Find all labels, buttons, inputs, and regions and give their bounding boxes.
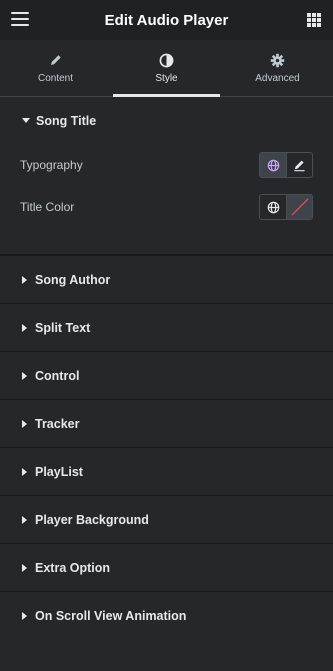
hamburger-menu-icon[interactable] [11, 12, 29, 26]
section-playlist[interactable]: PlayList [0, 447, 333, 495]
tab-style[interactable]: Style [111, 40, 222, 97]
section-title: Song Author [35, 272, 111, 287]
caret-right-icon [22, 275, 27, 284]
typography-button-group [259, 152, 313, 178]
section-song-author[interactable]: Song Author [0, 255, 333, 303]
title-color-control: Title Color [0, 186, 333, 228]
caret-down-icon [22, 118, 30, 123]
section-title: Tracker [35, 416, 80, 431]
caret-right-icon [22, 563, 27, 572]
title-color-button-group [259, 194, 313, 220]
globe-icon [267, 201, 279, 213]
gear-icon [270, 52, 286, 68]
tab-content[interactable]: Content [0, 40, 111, 96]
section-title: PlayList [35, 464, 83, 479]
apps-grid-icon[interactable] [307, 13, 321, 27]
caret-right-icon [22, 467, 27, 476]
caret-right-icon [22, 371, 27, 380]
control-label: Title Color [20, 200, 75, 214]
typography-control: Typography [0, 144, 333, 186]
editor-topbar: Edit Audio Player [0, 0, 333, 40]
panel-tabs: Content Style Advanced [0, 40, 333, 97]
section-toggle-song-title[interactable]: Song Title [0, 97, 333, 144]
tab-label: Style [155, 73, 178, 84]
tab-label: Content [37, 73, 74, 84]
global-color-button[interactable] [260, 195, 286, 219]
section-control[interactable]: Control [0, 351, 333, 399]
section-title: Control [35, 368, 80, 383]
control-label: Typography [20, 158, 83, 172]
section-tracker[interactable]: Tracker [0, 399, 333, 447]
section-title: Player Background [35, 512, 149, 527]
half-circle-icon [159, 52, 175, 68]
no-color-slash-icon [291, 198, 308, 216]
section-song-title: Song Title Typography Title Color [0, 97, 333, 255]
caret-right-icon [22, 515, 27, 524]
section-title: Split Text [35, 320, 91, 335]
tab-label: Advanced [255, 73, 300, 84]
panel-title: Edit Audio Player [104, 11, 229, 29]
pencil-icon [48, 52, 64, 68]
edit-typography-button[interactable] [286, 153, 312, 177]
section-extra-option[interactable]: Extra Option [0, 543, 333, 591]
color-picker-button[interactable] [286, 195, 312, 219]
section-player-background[interactable]: Player Background [0, 495, 333, 543]
tab-advanced[interactable]: Advanced [222, 40, 333, 96]
section-on-scroll-view-animation[interactable]: On Scroll View Animation [0, 591, 333, 639]
section-title: Song Title [36, 113, 97, 128]
caret-right-icon [22, 323, 27, 332]
collapsed-sections: Song Author Split Text Control Tracker P… [0, 255, 333, 639]
global-typography-button[interactable] [260, 153, 286, 177]
section-title: Extra Option [35, 560, 111, 575]
caret-right-icon [22, 611, 27, 620]
pencil-icon [294, 160, 305, 171]
section-split-text[interactable]: Split Text [0, 303, 333, 351]
globe-icon [267, 159, 279, 171]
section-title: On Scroll View Animation [35, 608, 187, 623]
caret-right-icon [22, 419, 27, 428]
